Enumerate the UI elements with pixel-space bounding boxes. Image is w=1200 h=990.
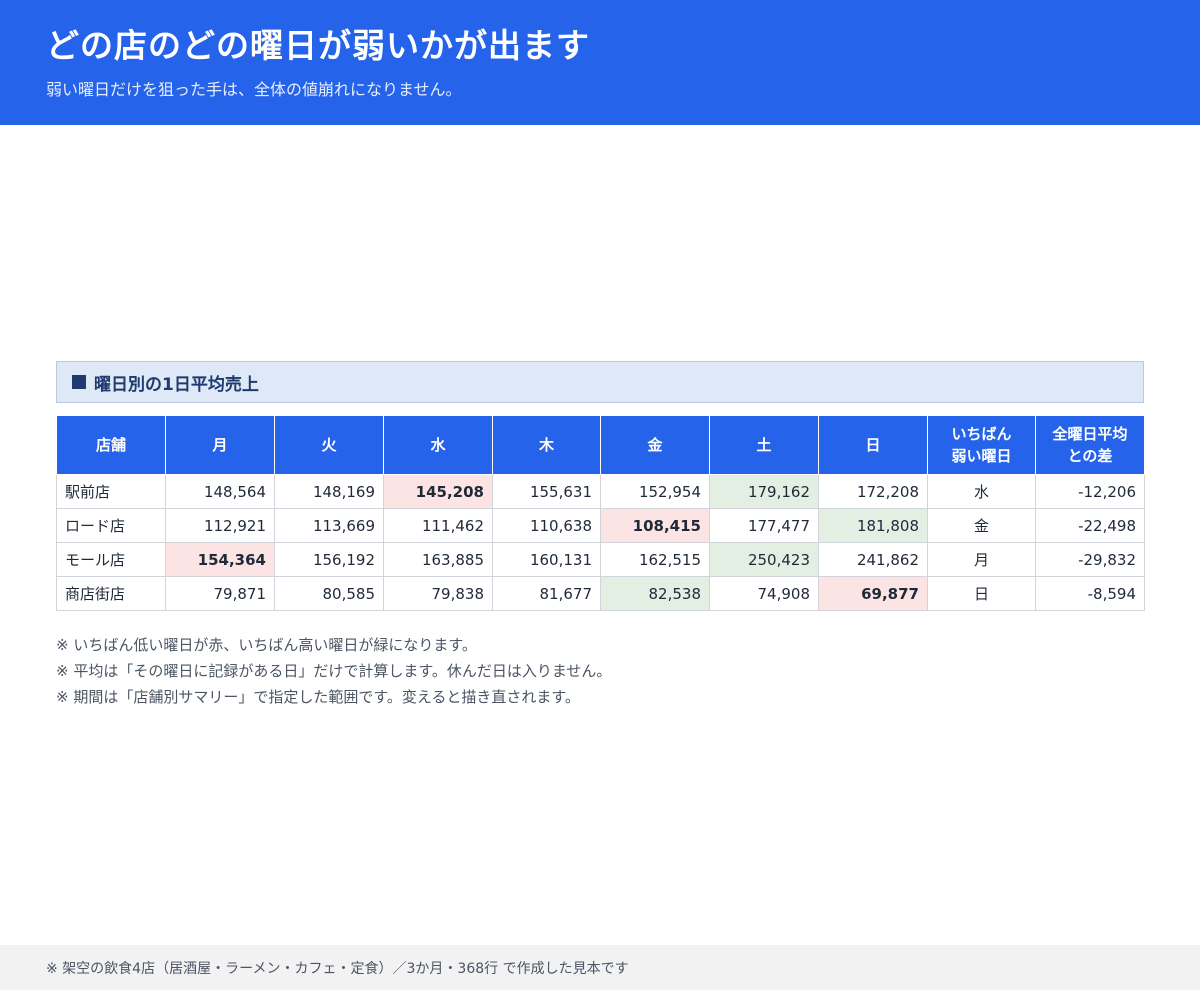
square-bullet-icon — [72, 375, 86, 389]
section-title: 曜日別の1日平均売上 — [56, 361, 1144, 403]
weekday-sales-section: 曜日別の1日平均売上 店舗月火水木金土日いちばん 弱い曜日 全曜日平均 との差 駅… — [56, 361, 1145, 611]
table-row: 商店街店 79,871 80,585 79,838 81,677 82,538 74,908… — [56, 576, 1145, 611]
store-name-cell: ロード店 — [56, 508, 166, 543]
column-header: 木 — [492, 415, 601, 475]
sales-cell: 172,208 — [818, 474, 928, 509]
weakest-day-cell: 水 — [927, 474, 1036, 509]
sales-cell: 154,364 — [165, 542, 275, 577]
note-item: ※ 平均は「その曜日に記録がある日」だけで計算します。休んだ日は入りません。 — [56, 662, 612, 680]
section-title-text: 曜日別の1日平均売上 — [94, 374, 259, 395]
sales-cell: 145,208 — [383, 474, 493, 509]
note-item: ※ 期間は「店舗別サマリー」で指定した範囲です。変えると描き直されます。 — [56, 688, 580, 706]
sales-cell: 81,677 — [492, 576, 601, 611]
note-item: ※ いちばん低い曜日が赤、いちばん高い曜日が緑になります。 — [56, 636, 477, 654]
sales-cell: 148,564 — [165, 474, 275, 509]
page-title: どの店のどの曜日が弱いかが出ます — [46, 26, 590, 65]
sales-cell: 179,162 — [709, 474, 819, 509]
table-row: ロード店 112,921 113,669 111,462 110,638 108,415 1… — [56, 508, 1145, 543]
sales-cell: 181,808 — [818, 508, 928, 543]
column-header: 水 — [383, 415, 493, 475]
footer-text: ※ 架空の飲食4店（居酒屋・ラーメン・カフェ・定食）／3か月・368行 で作成し… — [46, 960, 629, 977]
sales-cell: 163,885 — [383, 542, 493, 577]
column-header: 火 — [274, 415, 384, 475]
table-header-row: 店舗月火水木金土日いちばん 弱い曜日 全曜日平均 との差 — [56, 415, 1145, 475]
sales-cell: 79,871 — [165, 576, 275, 611]
table-row: モール店 154,364 156,192 163,885 160,131 162,515 2… — [56, 542, 1145, 577]
table-body: 駅前店 148,564 148,169 145,208 155,631 152,954 17… — [56, 474, 1145, 611]
sales-cell: 79,838 — [383, 576, 493, 611]
sales-cell: 82,538 — [600, 576, 710, 611]
table-row: 駅前店 148,564 148,169 145,208 155,631 152,954 17… — [56, 474, 1145, 509]
sales-cell: 177,477 — [709, 508, 819, 543]
page-footer: ※ 架空の飲食4店（居酒屋・ラーメン・カフェ・定食）／3か月・368行 で作成し… — [0, 945, 1200, 990]
weekday-sales-table: 店舗月火水木金土日いちばん 弱い曜日 全曜日平均 との差 駅前店 148,564 14… — [56, 415, 1145, 611]
sales-cell: 155,631 — [492, 474, 601, 509]
sales-cell: 250,423 — [709, 542, 819, 577]
sales-cell: 156,192 — [274, 542, 384, 577]
sales-cell: 80,585 — [274, 576, 384, 611]
diff-cell: -22,498 — [1035, 508, 1145, 543]
sales-cell: 108,415 — [600, 508, 710, 543]
sales-cell: 162,515 — [600, 542, 710, 577]
sales-cell: 241,862 — [818, 542, 928, 577]
column-header: 土 — [709, 415, 819, 475]
sales-cell: 112,921 — [165, 508, 275, 543]
column-header: いちばん 弱い曜日 — [927, 415, 1036, 475]
column-header: 全曜日平均 との差 — [1035, 415, 1145, 475]
column-header: 日 — [818, 415, 928, 475]
sales-cell: 74,908 — [709, 576, 819, 611]
column-header: 月 — [165, 415, 275, 475]
sales-cell: 111,462 — [383, 508, 493, 543]
weakest-day-cell: 金 — [927, 508, 1036, 543]
sales-cell: 69,877 — [818, 576, 928, 611]
store-name-cell: 商店街店 — [56, 576, 166, 611]
sales-cell: 113,669 — [274, 508, 384, 543]
diff-cell: -8,594 — [1035, 576, 1145, 611]
sales-cell: 148,169 — [274, 474, 384, 509]
column-header: 金 — [600, 415, 710, 475]
diff-cell: -29,832 — [1035, 542, 1145, 577]
weakest-day-cell: 月 — [927, 542, 1036, 577]
weakest-day-cell: 日 — [927, 576, 1036, 611]
page-header: どの店のどの曜日が弱いかが出ます 弱い曜日だけを狙った手は、全体の値崩れになりま… — [0, 0, 1200, 125]
sales-cell: 110,638 — [492, 508, 601, 543]
store-name-cell: 駅前店 — [56, 474, 166, 509]
page-subtitle: 弱い曜日だけを狙った手は、全体の値崩れになりません。 — [46, 80, 462, 99]
notes: ※ いちばん低い曜日が赤、いちばん高い曜日が緑になります。 ※ 平均は「その曜日… — [56, 632, 611, 710]
sales-cell: 160,131 — [492, 542, 601, 577]
column-header: 店舗 — [56, 415, 166, 475]
sales-cell: 152,954 — [600, 474, 710, 509]
diff-cell: -12,206 — [1035, 474, 1145, 509]
store-name-cell: モール店 — [56, 542, 166, 577]
